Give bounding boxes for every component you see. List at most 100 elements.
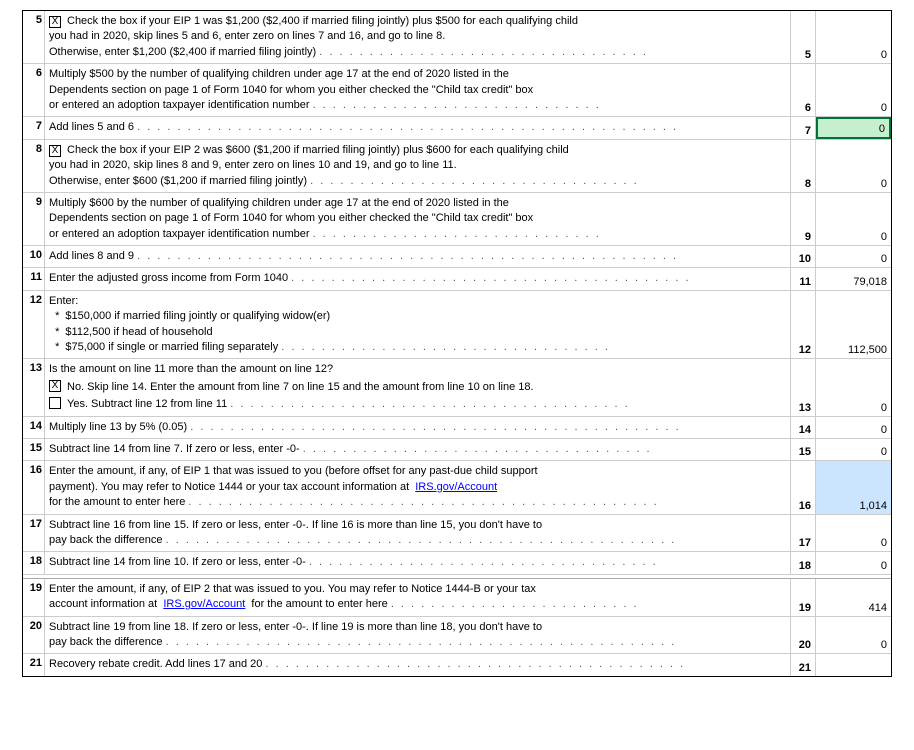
line-17-dots: . . . . . . . . . . . . . . . . . . . . …	[166, 534, 677, 546]
line-21-row: 21 Recovery rebate credit. Add lines 17 …	[23, 654, 891, 675]
line-15-row: 15 Subtract line 14 from line 7. If zero…	[23, 439, 891, 461]
line-11-num: 11	[23, 268, 45, 289]
line-5-checkbox[interactable]: X	[49, 16, 63, 28]
line-8-ref: 8	[791, 140, 816, 192]
line-20-dots: . . . . . . . . . . . . . . . . . . . . …	[166, 636, 677, 648]
line-17-right: 17 0	[790, 515, 891, 552]
line-13-no-checkbox[interactable]: X	[49, 380, 63, 392]
line-18-value[interactable]: 0	[816, 552, 891, 573]
line-20-value[interactable]: 0	[816, 617, 891, 654]
line-21-right: 21	[790, 654, 891, 675]
line-17-ref: 17	[791, 515, 816, 552]
line-14-dots: . . . . . . . . . . . . . . . . . . . . …	[190, 421, 680, 433]
line-8-value[interactable]: 0	[816, 140, 891, 192]
line-11-right: 11 79,018	[790, 268, 891, 289]
line-16-link[interactable]: IRS.gov/Account	[415, 481, 497, 493]
line-13-num: 13	[23, 359, 45, 415]
line-7-num: 7	[23, 117, 45, 138]
line-5-value[interactable]: 0	[816, 11, 891, 63]
line-19-dots: . . . . . . . . . . . . . . . . . . . . …	[391, 598, 639, 610]
line-13-question-row: 13 Is the amount on line 11 more than th…	[23, 359, 891, 416]
line-10-dots: . . . . . . . . . . . . . . . . . . . . …	[137, 250, 678, 262]
line-5-ref: 5	[791, 11, 816, 63]
line-8-dots: . . . . . . . . . . . . . . . . . . . . …	[310, 175, 639, 187]
line-19-content: Enter the amount, if any, of EIP 2 that …	[45, 579, 790, 616]
line-12-bullet-2: *$112,500 if head of household	[49, 325, 786, 340]
line-14-ref: 14	[791, 417, 816, 438]
line-13-yes-option: Yes. Subtract line 12 from line 11 . . .…	[49, 397, 786, 412]
line-15-value[interactable]: 0	[816, 439, 891, 460]
line-12-value[interactable]: 112,500	[816, 291, 891, 359]
line-12-row: 12 Enter: *$150,000 if married filing jo…	[23, 291, 891, 360]
line-8-checkbox[interactable]: X	[49, 145, 63, 157]
line-10-value[interactable]: 0	[816, 246, 891, 267]
line-20-num: 20	[23, 617, 45, 654]
line-15-num: 15	[23, 439, 45, 460]
line-12-bullet-3: *$75,000 if single or married filing sep…	[49, 340, 786, 355]
line-6-row: 6 Multiply $500 by the number of qualify…	[23, 64, 891, 117]
line-11-dots: . . . . . . . . . . . . . . . . . . . . …	[291, 272, 690, 284]
line-13-yes-dots: . . . . . . . . . . . . . . . . . . . . …	[230, 398, 629, 410]
line-8-checkbox-box: X	[49, 145, 61, 157]
line-18-ref: 18	[791, 552, 816, 573]
line-18-content: Subtract line 14 from line 10. If zero o…	[45, 552, 790, 573]
line-13-yes-checkbox-box	[49, 397, 61, 409]
line-20-right: 20 0	[790, 617, 891, 654]
line-10-num: 10	[23, 246, 45, 267]
line-13-no-option: X No. Skip line 14. Enter the amount fro…	[49, 380, 786, 395]
line-14-right: 14 0	[790, 417, 891, 438]
line-19-num: 19	[23, 579, 45, 616]
line-18-row: 18 Subtract line 14 from line 10. If zer…	[23, 552, 891, 574]
line-6-right: 6 0	[790, 64, 891, 116]
line-13-right: 13 0	[790, 359, 891, 415]
line-5-checkbox-box: X	[49, 16, 61, 28]
line-16-ref: 16	[791, 461, 816, 513]
line-9-num: 9	[23, 193, 45, 245]
line-9-dots: . . . . . . . . . . . . . . . . . . . . …	[313, 228, 601, 240]
line-12-dots: . . . . . . . . . . . . . . . . . . . . …	[281, 341, 610, 353]
line-10-content: Add lines 8 and 9 . . . . . . . . . . . …	[45, 246, 790, 267]
line-12-bullet-1: *$150,000 if married filing jointly or q…	[49, 309, 786, 324]
line-9-ref: 9	[791, 193, 816, 245]
line-7-value[interactable]: 0	[816, 117, 891, 138]
line-17-value[interactable]: 0	[816, 515, 891, 552]
line-8-right: 8 0	[790, 140, 891, 192]
line-16-row: 16 Enter the amount, if any, of EIP 1 th…	[23, 461, 891, 514]
line-5-row: 5 X Check the box if your EIP 1 was $1,2…	[23, 11, 891, 64]
line-21-value[interactable]	[816, 654, 891, 675]
line-13-yes-checkbox[interactable]	[49, 397, 63, 409]
line-15-ref: 15	[791, 439, 816, 460]
line-10-ref: 10	[791, 246, 816, 267]
line-19-link[interactable]: IRS.gov/Account	[163, 598, 245, 610]
line-16-dots: . . . . . . . . . . . . . . . . . . . . …	[188, 496, 658, 508]
line-10-right: 10 0	[790, 246, 891, 267]
line-6-value[interactable]: 0	[816, 64, 891, 116]
line-20-row: 20 Subtract line 19 from line 18. If zer…	[23, 617, 891, 655]
line-11-row: 11 Enter the adjusted gross income from …	[23, 268, 891, 290]
line-19-value[interactable]: 414	[816, 579, 891, 616]
line-13-ref: 13	[791, 359, 816, 415]
line-20-ref: 20	[791, 617, 816, 654]
line-14-row: 14 Multiply line 13 by 5% (0.05) . . . .…	[23, 417, 891, 439]
line-16-value[interactable]: 1,014	[816, 461, 891, 513]
line-7-ref: 7	[791, 117, 816, 138]
line-15-content: Subtract line 14 from line 7. If zero or…	[45, 439, 790, 460]
line-11-ref: 11	[791, 268, 816, 289]
line-17-content: Subtract line 16 from line 15. If zero o…	[45, 515, 790, 552]
line-11-value[interactable]: 79,018	[816, 268, 891, 289]
line-12-right: 12 112,500	[790, 291, 891, 359]
line-13-value[interactable]: 0	[816, 359, 891, 415]
line-12-num: 12	[23, 291, 45, 359]
line-15-dots: . . . . . . . . . . . . . . . . . . . . …	[303, 443, 652, 455]
line-7-row: 7 Add lines 5 and 6 . . . . . . . . . . …	[23, 117, 891, 139]
line-14-value[interactable]: 0	[816, 417, 891, 438]
line-21-content: Recovery rebate credit. Add lines 17 and…	[45, 654, 790, 675]
line-7-dots: . . . . . . . . . . . . . . . . . . . . …	[137, 121, 678, 133]
line-20-content: Subtract line 19 from line 18. If zero o…	[45, 617, 790, 654]
line-5-dots: . . . . . . . . . . . . . . . . . . . . …	[319, 46, 648, 58]
line-18-dots: . . . . . . . . . . . . . . . . . . . . …	[309, 556, 658, 568]
line-6-num: 6	[23, 64, 45, 116]
line-9-value[interactable]: 0	[816, 193, 891, 245]
line-13-no-label: No. Skip line 14. Enter the amount from …	[67, 380, 534, 395]
line-16-num: 16	[23, 461, 45, 513]
